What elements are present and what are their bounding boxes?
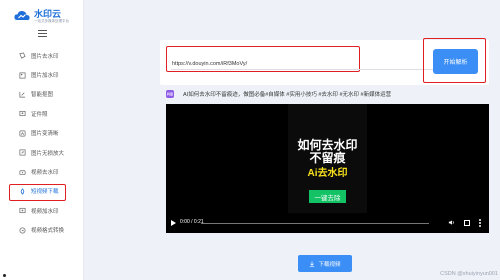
logo[interactable]: 水印云 一站式多媒体处理平台 [13,7,69,25]
sidebar-item-label: 证件照 [31,111,48,118]
sidebar-item-label: 图片加水印 [31,73,59,80]
video-subtitle: Ai去水印 [307,168,348,179]
sidebar-item-label: 图片无损放大 [31,150,65,157]
more-options-icon[interactable] [479,219,481,227]
play-icon[interactable] [171,220,176,226]
sidebar-item-label: 图片变清晰 [31,131,59,138]
sidebar-item-label: 智能抠图 [31,92,54,99]
logo-subtitle: 一站式多媒体处理平台 [34,18,69,23]
video-progress-track[interactable] [201,223,429,224]
download-icon [310,261,315,267]
sidebar-item-id-photo[interactable]: 证件照 [0,104,84,123]
video-remove-button: 一键去除 [309,190,346,203]
video-format-convert-icon [19,227,26,234]
sidebar-item-image-upscale[interactable]: 图片无损放大 [0,143,84,162]
sidebar-item-smart-cutout[interactable]: 智能抠图 [0,85,84,104]
sidebar-item-video-add-watermark[interactable]: 视频加水印 [0,201,84,220]
corner-dot [3,274,6,277]
video-player[interactable]: 如何去水印 不留痕 Ai去水印 一键去除 0:00 / 0:21 [166,104,489,233]
csdn-watermark: CSDN @shuiyinyun001 [440,271,498,277]
image-add-watermark-icon [19,72,26,79]
main-content: https://v.douyin.com/iRf3MoVy/ 开始解析 抖音 A… [84,0,500,280]
sidebar-item-video-format-convert[interactable]: 视频格式转换 [0,221,84,240]
volume-icon[interactable] [448,219,455,226]
url-input-highlight: https://v.douyin.com/iRf3MoVy/ [166,46,477,72]
sidebar-item-label: 短视频下载 [31,189,59,196]
download-video-label: 下载视频 [318,261,341,268]
video-remove-watermark-icon [19,169,26,175]
url-input[interactable]: https://v.douyin.com/iRf3MoVy/ [172,61,247,67]
fullscreen-icon[interactable] [464,220,470,226]
download-video-button[interactable]: 下载视频 [298,255,352,272]
video-controls: 0:00 / 0:21 [166,215,489,233]
sidebar-item-short-video-download[interactable]: 短视频下载 [0,182,84,202]
platform-icon: 抖音 [166,90,174,98]
sidebar-item-image-add-watermark[interactable]: 图片加水印 [0,65,84,84]
smart-cutout-icon [19,91,26,98]
sidebar-item-label: 图片去水印 [31,53,59,60]
video-time: 0:00 / 0:21 [180,219,204,225]
cloud-logo-icon [14,10,30,21]
video-add-watermark-icon [19,208,26,214]
image-remove-watermark-icon [19,52,26,59]
start-button-highlight: 开始解析 [423,38,486,83]
sidebar-item-video-remove-watermark[interactable]: 视频去水印 [0,162,84,181]
sidebar-item-label: 视频格式转换 [31,228,65,235]
start-parse-button[interactable]: 开始解析 [433,49,478,74]
logo-name: 水印云 [34,8,62,19]
video-description: AI如何去水印不留痕迹，做图必备#自媒体 #实用小技巧 #去水印 #无水印 #新… [183,92,392,98]
sidebar-item-label: 视频加水印 [31,208,59,215]
sidebar-item-label: 视频去水印 [31,170,59,177]
image-sharpen-icon [19,130,26,137]
sidebar-item-image-remove-watermark[interactable]: 图片去水印 [0,46,84,65]
image-upscale-icon [19,149,26,156]
video-info-row: 抖音 AI如何去水印不留痕迹，做图必备#自媒体 #实用小技巧 #去水印 #无水印… [166,90,391,98]
sidebar: 水印云 一站式多媒体处理平台 图片去水印 图片加水印 智能抠图 证件照 图片变清… [0,0,84,280]
sidebar-nav: 图片去水印 图片加水印 智能抠图 证件照 图片变清晰 图片无损放大 视频去水印 [0,46,84,240]
sidebar-item-image-sharpen[interactable]: 图片变清晰 [0,124,84,143]
video-frame: 如何去水印 不留痕 Ai去水印 一键去除 [288,104,367,213]
menu-toggle-icon[interactable] [38,30,47,37]
id-photo-icon [19,111,26,117]
short-video-download-icon [20,188,25,195]
